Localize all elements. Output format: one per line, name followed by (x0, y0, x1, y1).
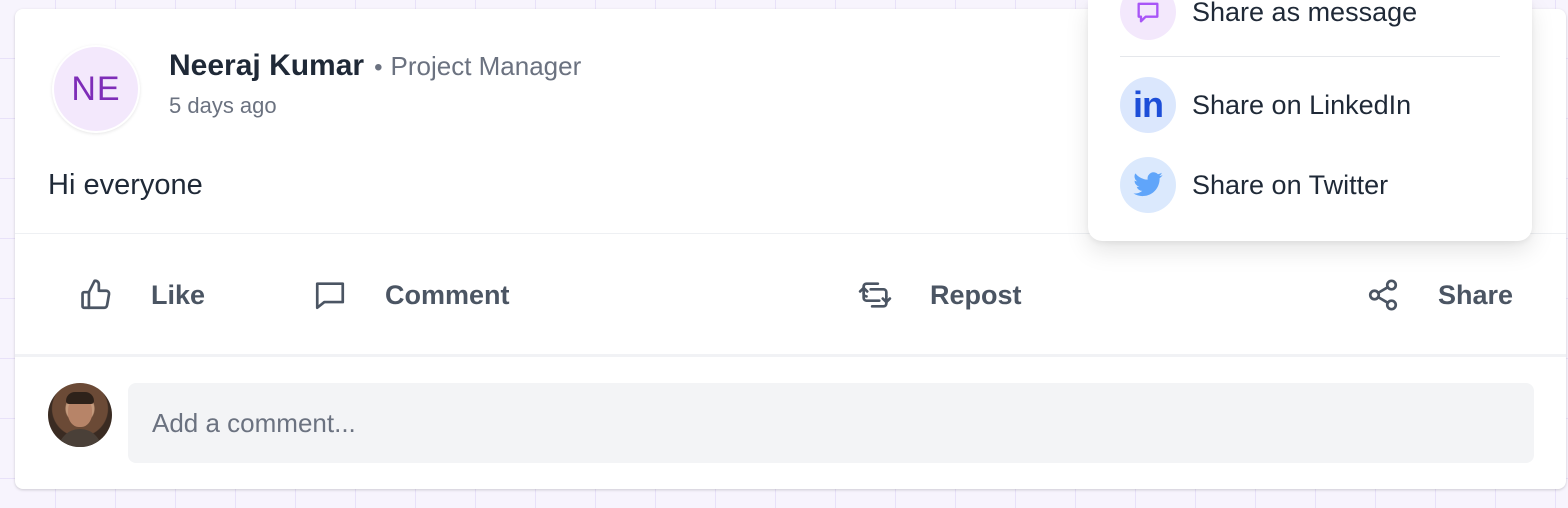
share-button[interactable]: Share (1366, 271, 1513, 319)
menu-divider (1120, 56, 1500, 57)
author-line: Neeraj Kumar • Project Manager (169, 49, 581, 83)
linkedin-glyph: in (1133, 84, 1164, 125)
linkedin-icon: in (1120, 77, 1176, 133)
repost-icon (858, 282, 892, 308)
post-timestamp: 5 days ago (169, 93, 277, 118)
share-icon (1368, 279, 1398, 311)
share-on-linkedin-label: Share on LinkedIn (1192, 89, 1412, 120)
share-on-twitter-item[interactable]: Share on Twitter (1120, 157, 1388, 213)
message-icon (1120, 0, 1176, 40)
divider (15, 354, 1566, 357)
comment-label: Comment (385, 279, 510, 310)
author-initials: NE (71, 69, 121, 108)
share-dropdown: Share as message in Share on LinkedIn Sh… (1088, 0, 1532, 241)
share-on-linkedin-item[interactable]: in Share on LinkedIn (1120, 77, 1411, 133)
comment-input[interactable] (128, 383, 1534, 463)
current-user-avatar (48, 383, 112, 447)
like-label: Like (151, 279, 206, 310)
post-text: Hi everyone (48, 169, 203, 201)
author-avatar[interactable]: NE (52, 45, 140, 133)
repost-button[interactable]: Repost (858, 271, 1022, 319)
share-label: Share (1438, 279, 1514, 310)
share-as-message-label: Share as message (1192, 0, 1418, 27)
like-button[interactable]: Like (79, 271, 205, 319)
author-name[interactable]: Neeraj Kumar (169, 49, 364, 83)
thumbs-up-icon (81, 279, 111, 310)
share-as-message-item[interactable]: Share as message (1120, 0, 1417, 40)
repost-label: Repost (930, 279, 1022, 310)
author-separator: • (374, 54, 383, 81)
twitter-icon (1120, 157, 1176, 213)
comment-button[interactable]: Comment (313, 271, 510, 319)
author-role: Project Manager (390, 51, 582, 81)
comment-icon (315, 282, 345, 310)
share-on-twitter-label: Share on Twitter (1192, 169, 1389, 200)
